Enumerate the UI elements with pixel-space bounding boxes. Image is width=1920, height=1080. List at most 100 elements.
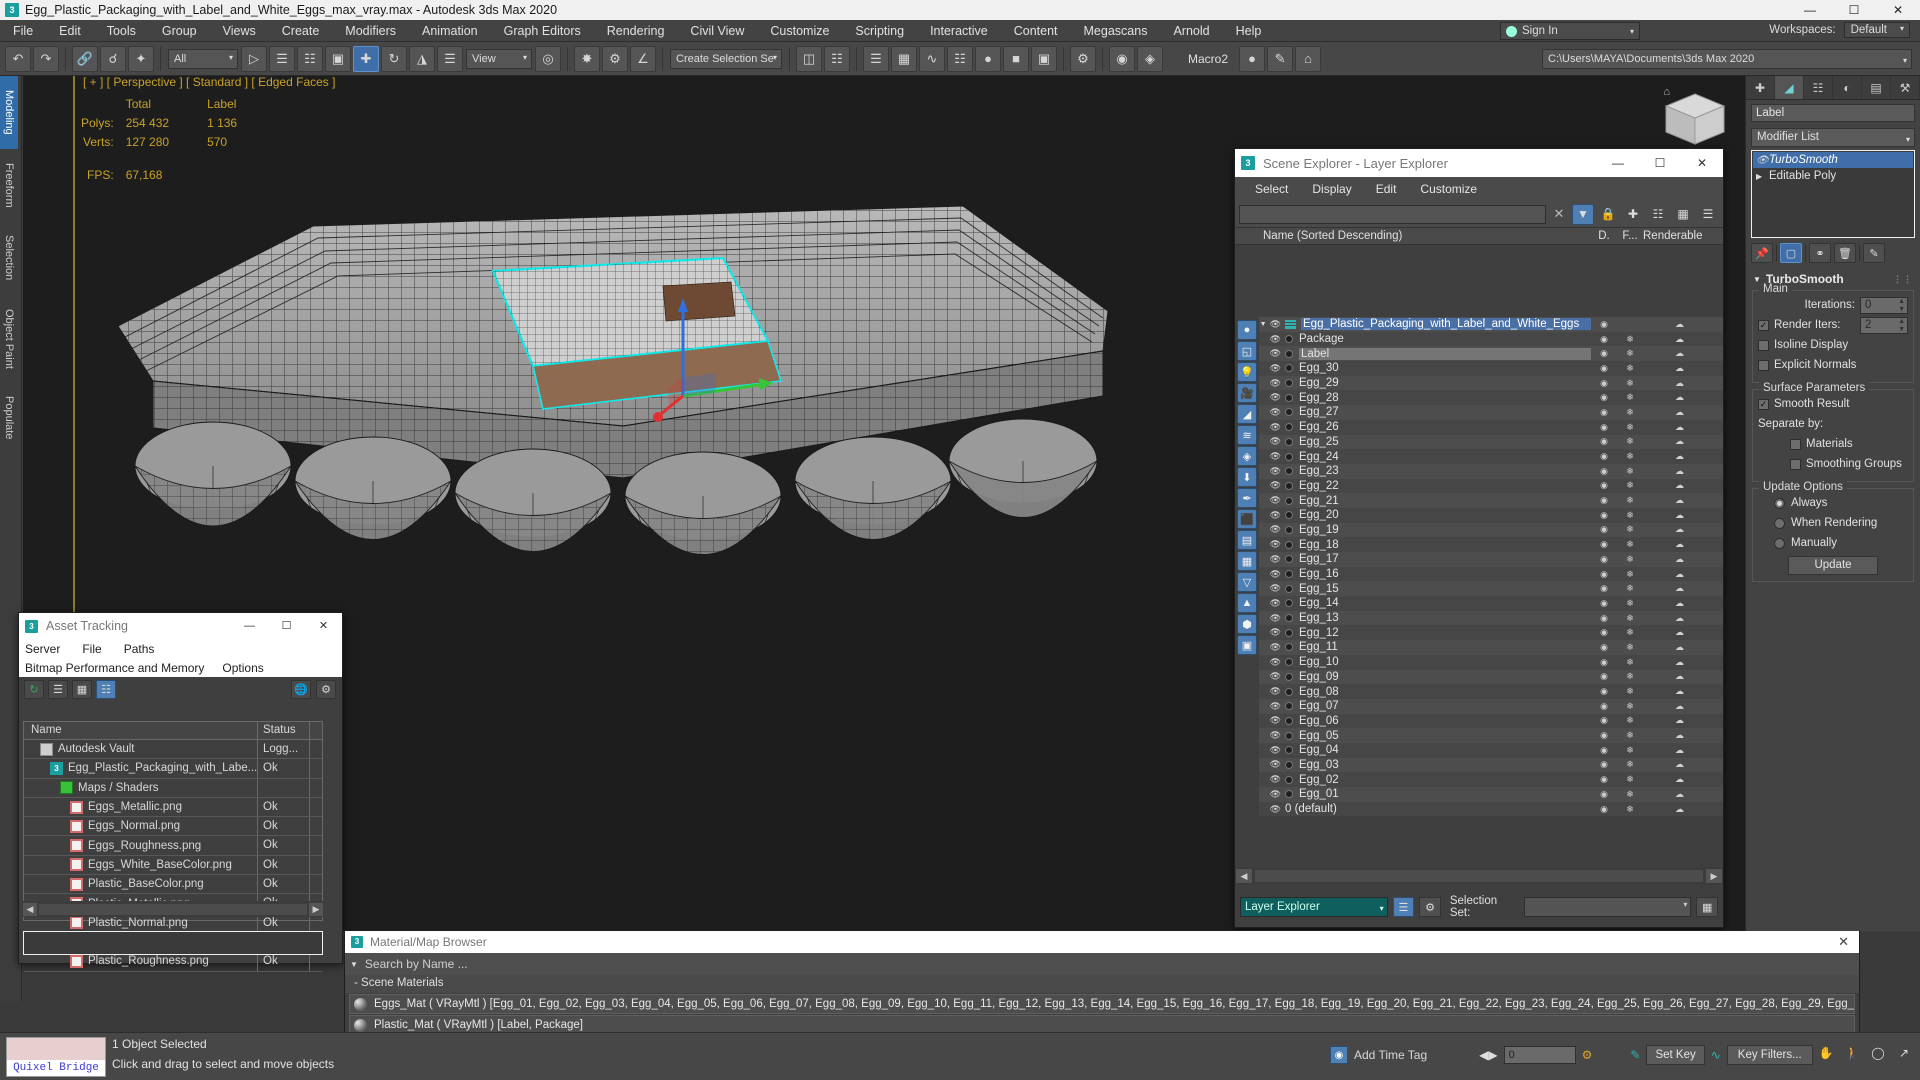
asset-column-status[interactable]: Status [258, 722, 310, 739]
freeze-column-icon[interactable]: ❄ [1617, 569, 1643, 580]
shapes-filter-icon[interactable]: ◱ [1237, 341, 1257, 361]
object-color-dot-icon[interactable] [1285, 790, 1293, 798]
key-mode-icon[interactable]: ⚙ [1582, 1048, 1593, 1062]
asset-table-row[interactable]: Autodesk VaultLogg... [24, 740, 322, 759]
hierarchy-tab-icon[interactable]: ☷ [1804, 76, 1833, 99]
display-column-icon[interactable]: ◉ [1591, 554, 1617, 565]
display-column-icon[interactable]: ◉ [1591, 613, 1617, 624]
scene-explorer-maximize-button[interactable]: ☐ [1639, 149, 1681, 177]
freeze-column-icon[interactable]: ❄ [1617, 774, 1643, 785]
material-map-browser-window[interactable]: 3 Material/Map Browser ✕ ▼ Search by Nam… [344, 930, 1860, 1042]
scene-explorer-row-name[interactable]: Egg_12 [1299, 627, 1591, 639]
renderable-column-icon[interactable]: ☁ [1643, 451, 1723, 462]
vault-settings-icon[interactable]: ⚙ [316, 680, 336, 699]
freeze-column-icon[interactable]: ❄ [1617, 701, 1643, 712]
scroll-left-icon[interactable]: ◀ [23, 903, 37, 916]
scene-explorer-row[interactable]: 👁Egg_04◉❄☁ [1259, 743, 1723, 758]
freeze-column-icon[interactable]: ❄ [1617, 642, 1643, 653]
scene-explorer-row-name[interactable]: Package [1299, 333, 1591, 345]
display-column-icon[interactable]: ◉ [1591, 774, 1617, 785]
workspaces-value[interactable]: Default [1844, 22, 1910, 38]
renderable-column-icon[interactable]: ☁ [1643, 804, 1723, 815]
geometry-filter-icon[interactable]: ● [1237, 320, 1257, 340]
freeze-column-icon[interactable]: ❄ [1617, 466, 1643, 477]
display-column-icon[interactable]: ◉ [1591, 524, 1617, 535]
undo-icon[interactable]: ↶ [5, 46, 31, 72]
freeze-column-icon[interactable]: ❄ [1617, 730, 1643, 741]
freeze-column-icon[interactable]: ❄ [1617, 392, 1643, 403]
asset-table-row[interactable]: Maps / Shaders [24, 779, 322, 798]
freeze-column-icon[interactable]: ❄ [1617, 436, 1643, 447]
scene-explorer-row[interactable]: 👁Egg_12◉❄☁ [1259, 625, 1723, 640]
globe-help-icon[interactable]: 🌐 [291, 680, 311, 699]
auto-key-icon[interactable]: ✎ [1630, 1048, 1640, 1062]
object-color-dot-icon[interactable] [1285, 717, 1293, 725]
scene-explorer-row[interactable]: 👁Egg_13◉❄☁ [1259, 611, 1723, 626]
visibility-eye-icon[interactable]: 👁 [1270, 598, 1281, 609]
renderable-column-icon[interactable]: ☁ [1643, 334, 1723, 345]
display-column-icon[interactable]: ◉ [1591, 407, 1617, 418]
filter-filter-icon[interactable]: ⬢ [1237, 614, 1257, 634]
scene-explorer-row[interactable]: 👁Egg_06◉❄☁ [1259, 714, 1723, 729]
select-object-icon[interactable]: ▷ [241, 46, 267, 72]
always-row[interactable]: Always [1758, 494, 1908, 512]
object-color-dot-icon[interactable] [1285, 497, 1293, 505]
current-frame-field[interactable]: 0 [1504, 1046, 1576, 1064]
scene-explorer-row[interactable]: 👁Egg_22◉❄☁ [1259, 479, 1723, 494]
asset-horizontal-scrollbar[interactable]: ◀ ▶ [23, 901, 323, 917]
pan-view-icon[interactable]: ✋ [1816, 1043, 1836, 1063]
renderable-column-icon[interactable]: ☁ [1643, 554, 1723, 565]
object-color-dot-icon[interactable] [1285, 511, 1293, 519]
when-rendering-radio[interactable] [1774, 518, 1785, 529]
display-column-icon[interactable]: ◉ [1591, 598, 1617, 609]
visibility-eye-icon[interactable]: 👁 [1270, 554, 1281, 565]
visibility-eye-icon[interactable]: 👁 [1270, 510, 1281, 521]
scene-explorer-row-name[interactable]: Egg_Plastic_Packaging_with_Label_and_Whi… [1301, 318, 1591, 330]
mirror-icon[interactable]: ◫ [796, 46, 822, 72]
smoothing-groups-checkbox[interactable] [1790, 459, 1801, 470]
freeze-column-icon[interactable]: ❄ [1617, 407, 1643, 418]
renderable-column-icon[interactable]: ☁ [1643, 701, 1723, 712]
walk-through-icon[interactable]: 🚶 [1842, 1043, 1862, 1063]
visibility-eye-icon[interactable]: 👁 [1270, 436, 1281, 447]
spinner-arrows-icon[interactable]: ▲▼ [1898, 298, 1905, 314]
detail-view-icon[interactable]: ▦ [72, 680, 92, 699]
drag-handle-icon[interactable]: ⋮⋮ [1893, 274, 1913, 285]
asset-menu-bitmap-performance[interactable]: Bitmap Performance and Memory [25, 661, 222, 675]
scene-explorer-row[interactable]: 👁Egg_21◉❄☁ [1259, 493, 1723, 508]
asset-tracking-table[interactable]: Name Status Autodesk VaultLogg...3Egg_Pl… [23, 721, 323, 921]
scene-explorer-row[interactable]: 👁Egg_15◉❄☁ [1259, 581, 1723, 596]
renderable-column-icon[interactable]: ☁ [1643, 745, 1723, 756]
motion-tab-icon[interactable]: ◐ [1833, 76, 1862, 99]
egg-carton-wireframe-model[interactable] [63, 166, 1223, 586]
scene-explorer-row-name[interactable]: Egg_11 [1299, 641, 1591, 653]
scene-explorer-row[interactable]: 👁Egg_30◉❄☁ [1259, 361, 1723, 376]
renderable-column-icon[interactable]: ☁ [1643, 789, 1723, 800]
renderable-column-icon[interactable]: ☁ [1643, 480, 1723, 491]
object-color-dot-icon[interactable] [1285, 614, 1293, 622]
named-selection-sets-dropdown[interactable]: Create Selection Se [670, 49, 782, 69]
freeze-column-icon[interactable]: ❄ [1617, 671, 1643, 682]
remove-modifier-icon[interactable]: 🗑 [1834, 243, 1856, 263]
scene-explorer-row[interactable]: 👁Egg_20◉❄☁ [1259, 508, 1723, 523]
viewport-label[interactable]: [ + ] [ Perspective ] [ Standard ] [ Edg… [83, 76, 335, 89]
materials-checkbox[interactable] [1790, 439, 1801, 450]
asset-tracking-close-button[interactable]: ✕ [305, 613, 342, 639]
project-path-dropdown[interactable]: C:\Users\MAYA\Documents\3ds Max 2020 [1542, 49, 1912, 69]
freeze-column-icon[interactable]: ❄ [1617, 524, 1643, 535]
visibility-eye-icon[interactable]: 👁 [1270, 671, 1281, 682]
renderable-column-icon[interactable]: ☁ [1643, 627, 1723, 638]
display-column-icon[interactable]: ◉ [1591, 334, 1617, 345]
window-crossing-icon[interactable]: ▣ [325, 46, 351, 72]
object-color-dot-icon[interactable] [1285, 585, 1293, 593]
renderable-column-icon[interactable]: ☁ [1643, 407, 1723, 418]
scene-explorer-row-name[interactable]: Egg_28 [1299, 392, 1591, 404]
eye-icon[interactable]: 👁 [1756, 155, 1769, 166]
always-radio[interactable] [1774, 498, 1785, 509]
script-editor-icon[interactable]: ✎ [1267, 46, 1293, 72]
display-column-icon[interactable]: ◉ [1591, 745, 1617, 756]
display-column-icon[interactable]: ◉ [1591, 686, 1617, 697]
renderable-column-icon[interactable]: ☁ [1643, 642, 1723, 653]
chevron-right-icon[interactable]: ▶ [1756, 172, 1769, 181]
object-color-dot-icon[interactable] [1285, 350, 1293, 358]
